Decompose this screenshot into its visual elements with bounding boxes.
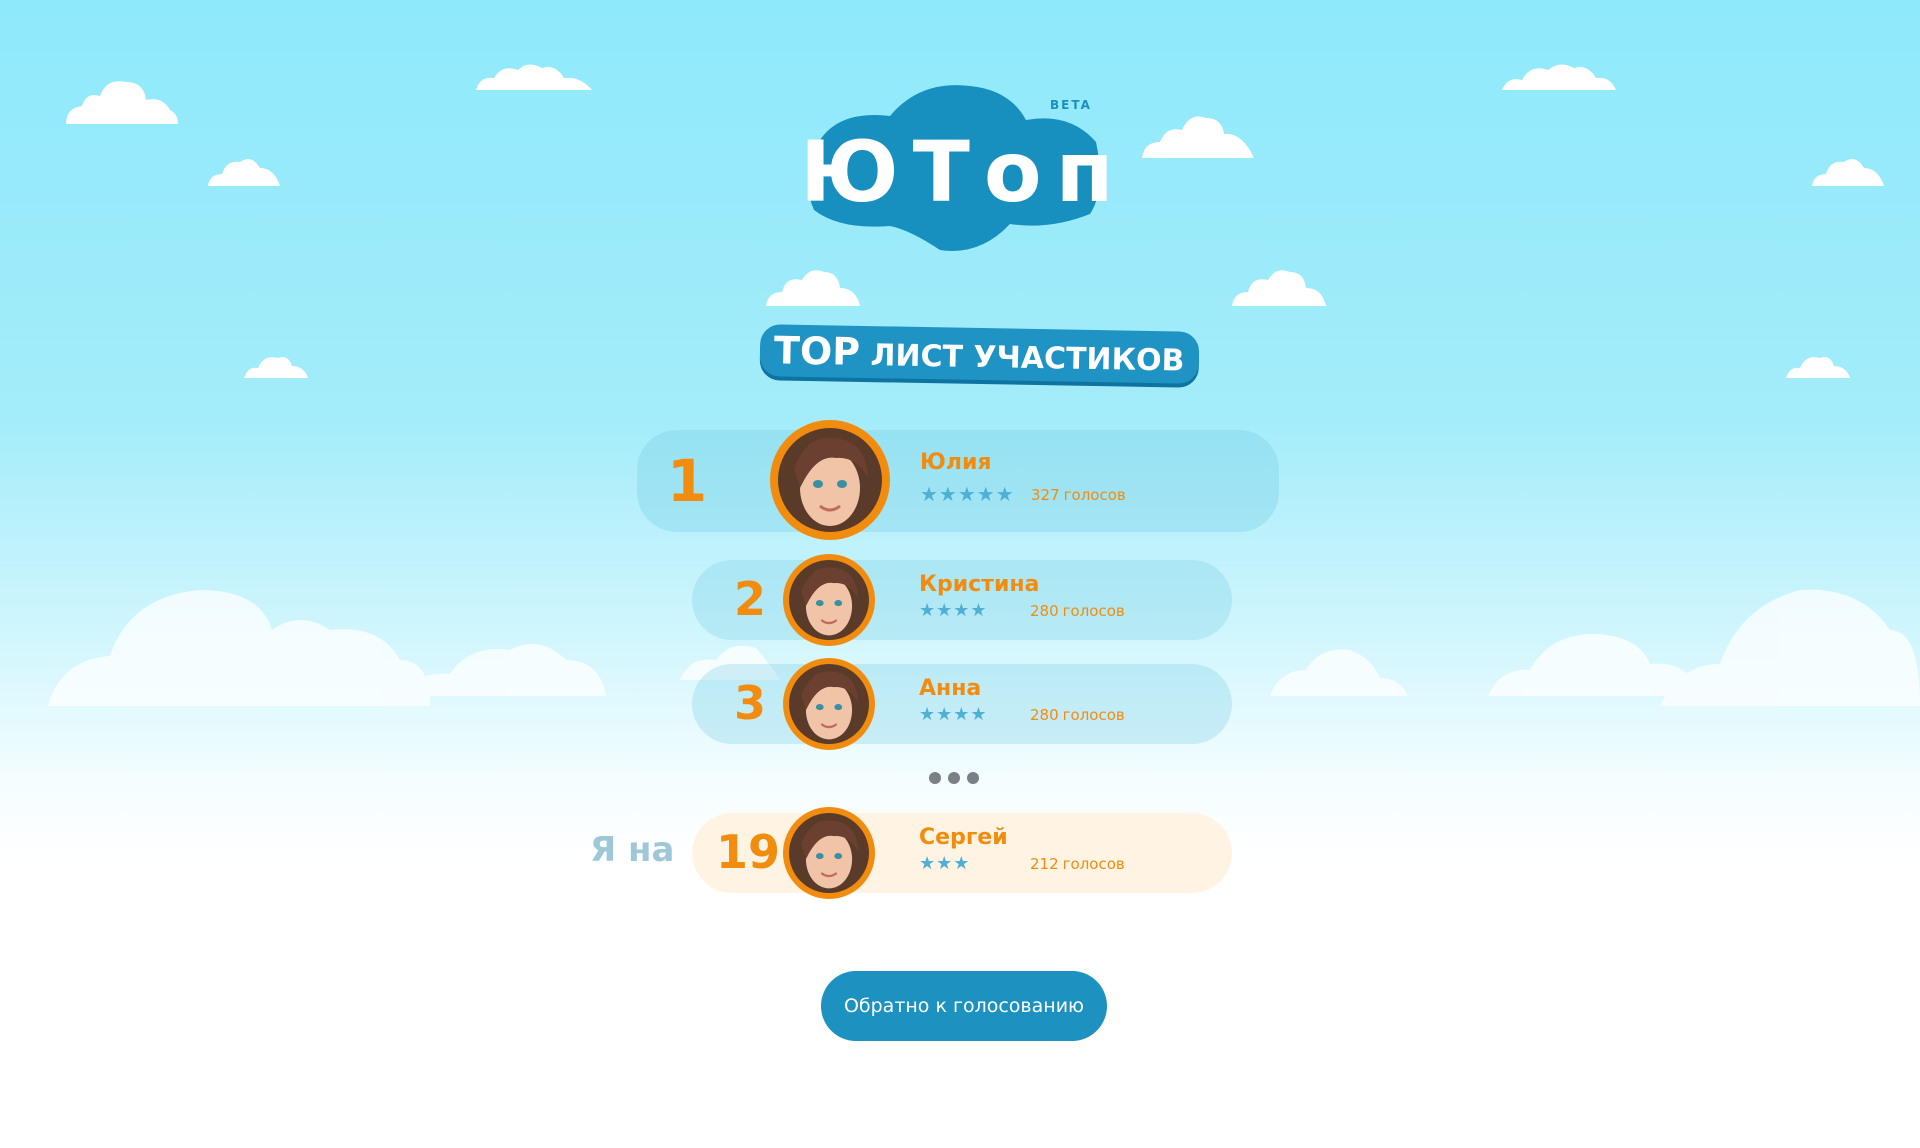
- leaderboard-row-1[interactable]: 1 Юлия ★★★★★ 327 голосов: [637, 420, 1279, 540]
- ellipsis-icon: [929, 772, 979, 784]
- avatar[interactable]: [770, 420, 890, 540]
- user-photo: [789, 664, 869, 744]
- leaderboard-row-3[interactable]: 3 Анна ★★★★ 280 голосов: [692, 658, 1232, 750]
- star-icon: ★★★: [919, 853, 971, 874]
- cloud-decoration: [244, 357, 308, 378]
- beta-badge: BETA: [1050, 98, 1092, 112]
- star-icon: ★★★★★: [920, 482, 1015, 506]
- rank-number: 2: [733, 572, 766, 626]
- avatar[interactable]: [783, 554, 875, 646]
- star-icon: ★★★★: [919, 704, 988, 725]
- avatar[interactable]: [783, 658, 875, 750]
- user-photo: [789, 560, 869, 640]
- rank-number: 19: [715, 825, 780, 879]
- vote-count: 280 голосов: [1030, 602, 1125, 620]
- leaderboard-row-me[interactable]: 19 Сергей ★★★ 212 голосов: [692, 807, 1232, 899]
- star-icon: ★★★★: [919, 600, 988, 621]
- leaderboard-row-2[interactable]: 2 Кристина ★★★★ 280 голосов: [692, 554, 1232, 646]
- participant-name: Анна: [919, 676, 982, 701]
- user-photo: [778, 428, 882, 532]
- page-title-top: TOP: [773, 328, 861, 374]
- page-title-rest: лист участиков: [870, 338, 1185, 379]
- vote-count: 280 голосов: [1030, 706, 1125, 724]
- cloud-decoration: [1502, 64, 1616, 90]
- avatar[interactable]: [783, 807, 875, 899]
- rank-number: 1: [666, 447, 708, 515]
- cloud-decoration: [1786, 357, 1850, 378]
- rank-number: 3: [733, 676, 766, 730]
- participant-name: Юлия: [920, 450, 992, 475]
- vote-count: 212 голосов: [1030, 855, 1125, 873]
- logo-text: ЮТоп: [800, 123, 1128, 221]
- cloud-decoration: [1812, 159, 1884, 186]
- app-logo[interactable]: ЮТоп BETA: [800, 80, 1120, 260]
- cloud-decoration: [66, 81, 178, 124]
- my-position-label: Я на: [590, 830, 675, 870]
- back-to-voting-button[interactable]: Обратно к голосованию: [821, 971, 1107, 1041]
- vote-count: 327 голосов: [1031, 486, 1126, 504]
- cloud-decoration: [1232, 270, 1326, 306]
- user-photo: [789, 813, 869, 893]
- cloud-decoration: [766, 270, 860, 306]
- cloud-decoration: [208, 159, 280, 186]
- cloud-decoration: [1142, 116, 1254, 158]
- participant-name: Кристина: [919, 572, 1040, 597]
- cloud-decoration: [476, 64, 592, 90]
- participant-name: Сергей: [919, 825, 1008, 850]
- page-title: TOP лист участиков: [759, 324, 1199, 384]
